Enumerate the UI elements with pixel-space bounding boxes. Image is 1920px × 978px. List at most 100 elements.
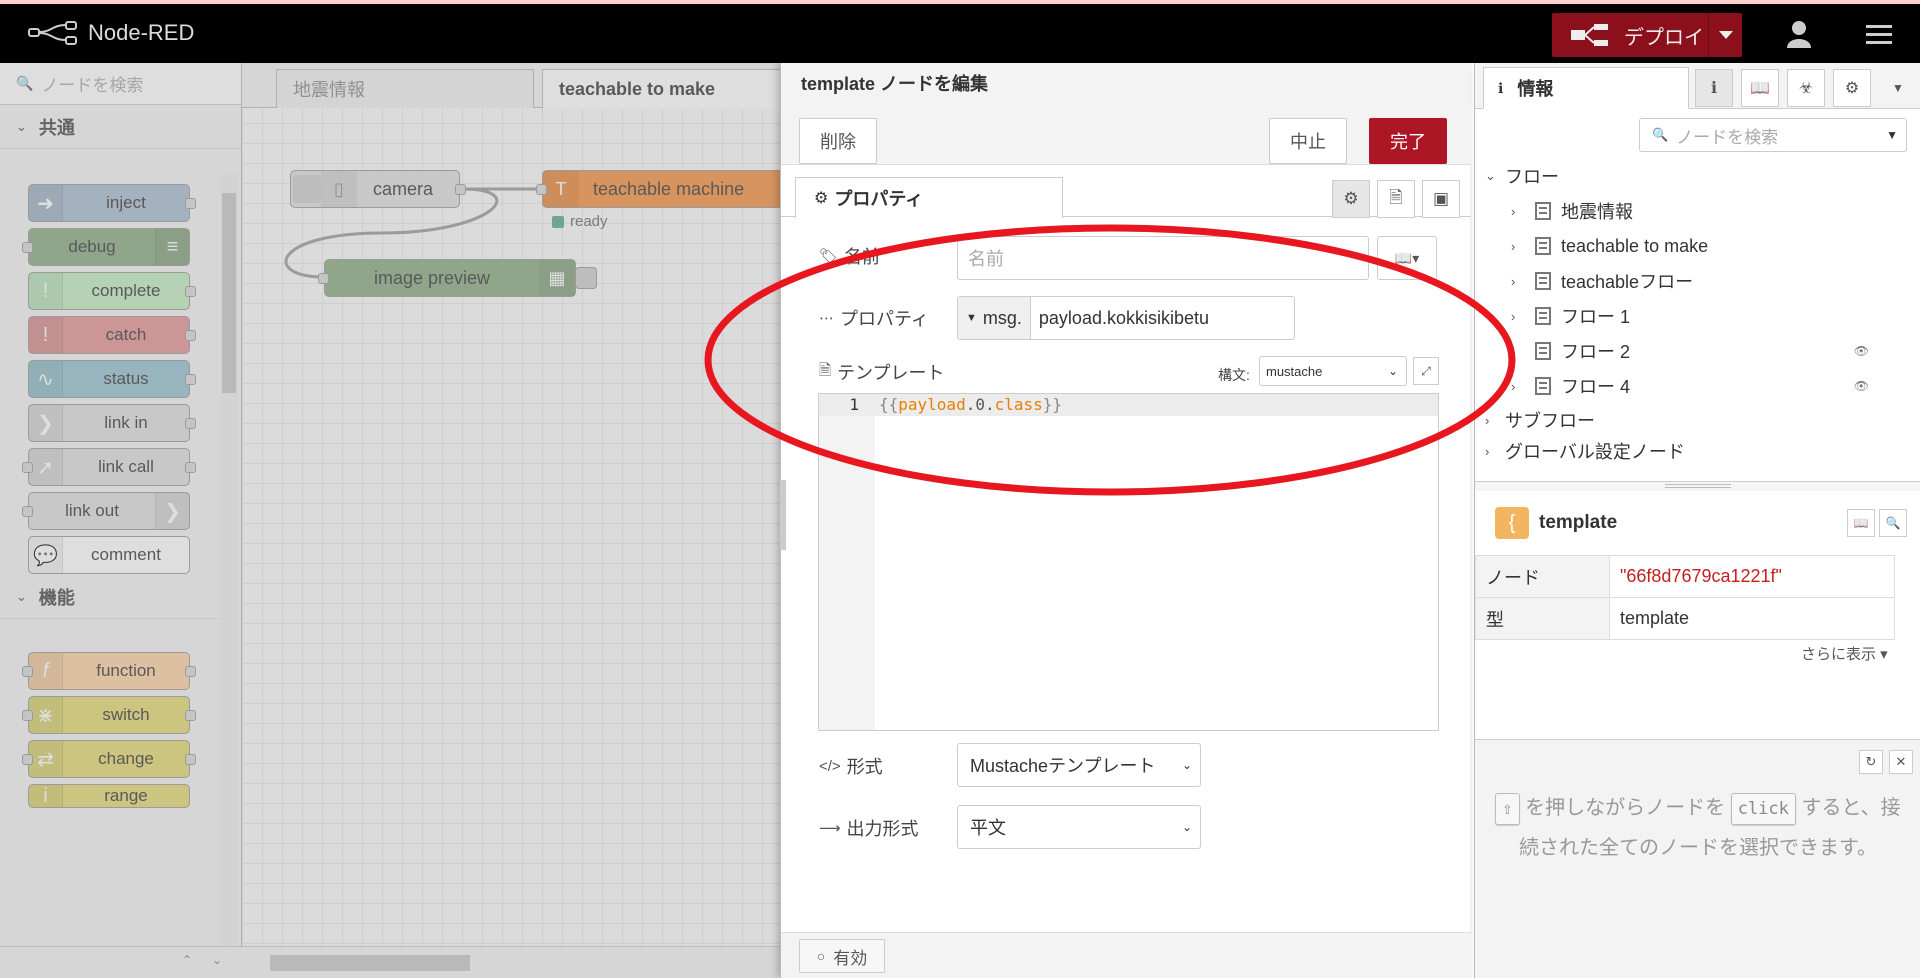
deploy-menu-chevron-icon[interactable] [1708,13,1742,57]
flow-icon [1535,307,1551,325]
enabled-toggle[interactable]: ○ 有効 [799,939,885,973]
tree-flow-item[interactable]: › フロー 2 👁 [1475,334,1905,368]
palette-node-function[interactable]: f function [22,652,196,690]
tree-global-config-header[interactable]: › グローバル設定ノード [1475,434,1905,468]
link-in-icon: ❯ [29,405,63,441]
deploy-button[interactable]: デプロイ [1552,13,1742,57]
refresh-tip-button[interactable]: ↻ [1859,750,1883,774]
palette-node-change[interactable]: ⇄ change [22,740,196,778]
exclamation-icon: ! [29,317,63,353]
node-appearance-button[interactable]: ▣ [1422,180,1460,218]
tray-footer: ○ 有効 [781,932,1471,978]
palette-category-common[interactable]: ⌄ 共通 [0,105,241,149]
cancel-button[interactable]: 中止 [1269,118,1347,164]
syntax-label: 構文: [1218,367,1250,383]
cancel-label: 中止 [1290,132,1326,152]
sidebar-config-button[interactable]: ⚙ [1833,69,1871,107]
sidebar-more-button[interactable]: ▼ [1879,69,1917,107]
sidebar-splitter[interactable] [1475,481,1920,491]
palette-node-link-out[interactable]: link out ❯ [22,492,190,530]
tree-label: グローバル設定ノード [1505,442,1685,462]
node-label: inject [106,193,146,212]
refresh-icon: ↻ [1865,754,1877,769]
caret-down-icon: ▼ [966,312,977,324]
tree-flow-item[interactable]: › フロー 4 👁 [1475,369,1905,403]
output-select[interactable]: 平文 ⌄ [957,805,1201,849]
output-port [185,710,196,721]
flow-node-camera[interactable]: ▯ camera [290,170,466,208]
node-search-button[interactable]: 🔍 [1879,509,1907,537]
tree-flow-item[interactable]: › teachableフロー [1475,264,1905,298]
palette-node-status[interactable]: ∿ status [28,360,196,398]
tray-resize-handle[interactable] [780,480,786,550]
node-palette: 🔍 ノードを検索 ⌄ 共通 ➜ inject debug ≡ ! complet… [0,63,242,978]
output-port [185,374,196,385]
property-type-selector[interactable]: ▼ msg. [958,297,1031,339]
tree-flow-item[interactable]: › 地震情報 [1475,194,1905,228]
info-value[interactable]: "66f8d7679ca1221f" [1609,555,1895,598]
help-tip-panel: ↻ ✕ ⇧ を押しながらノードを click すると、接続された全てのノードを選… [1475,739,1920,978]
tree-subflows-header[interactable]: › サブフロー [1475,403,1905,437]
format-select[interactable]: Mustacheテンプレート ⌄ [957,743,1201,787]
expand-all-icon[interactable]: ⌄ [212,953,222,967]
tree-label: フロー 2 [1561,342,1631,362]
close-tip-button[interactable]: ✕ [1889,750,1913,774]
node-settings-button[interactable]: ⚙ [1332,180,1370,218]
palette-node-debug[interactable]: debug ≡ [22,228,190,266]
palette-node-link-call[interactable]: ➚ link call [22,448,196,486]
node-help-button[interactable]: 📖 [1847,509,1875,537]
palette-node-comment[interactable]: 💬 comment [28,536,190,574]
eye-slash-icon[interactable]: 👁 [1854,344,1869,358]
palette-node-switch[interactable]: ⋇ switch [22,696,196,734]
delete-button[interactable]: 削除 [799,118,877,164]
palette-node-catch[interactable]: ! catch [28,316,196,354]
chevron-down-icon: ⌄ [1181,820,1192,834]
sidebar-info-button[interactable]: ℹ [1695,69,1733,107]
sidebar-debug-button[interactable]: ☣ [1787,69,1825,107]
label-text: 名前 [844,247,881,267]
chevron-down-icon: ⌄ [1387,364,1398,378]
palette-node-range[interactable]: i range [28,784,190,808]
palette-scrollbar[interactable] [220,173,238,978]
tree-label: フロー 4 [1561,377,1631,397]
sidebar-search-input[interactable]: 🔍 ノードを検索 ▼ [1639,118,1907,152]
done-button[interactable]: 完了 [1369,118,1447,164]
template-code-editor[interactable]: 1 {{payload.0.class}} [818,393,1439,731]
palette-search-input[interactable]: 🔍 ノードを検索 [0,63,241,105]
name-library-button[interactable]: 📖▾ [1377,236,1437,280]
tree-flow-item[interactable]: › teachable to make [1475,229,1905,263]
show-more-link[interactable]: さらに表示 ▾ [1801,643,1888,664]
syntax-select[interactable]: mustache ⌄ [1259,356,1407,386]
palette-category-function[interactable]: ⌄ 機能 [0,575,220,619]
user-menu-button[interactable] [1782,18,1816,52]
tree-flows-header[interactable]: ⌄ フロー [1475,159,1905,193]
info-key: ノード [1475,555,1610,598]
output-port [185,666,196,677]
tree-label: teachableフロー [1561,272,1694,292]
collapse-all-icon[interactable]: ⌃ [182,953,192,967]
preview-toggle-button[interactable] [575,267,597,289]
node-description-button[interactable]: 🗎 [1377,180,1415,218]
property-typed-input[interactable]: ▼ msg. payload.kokkisikibetu [957,296,1295,340]
chevron-down-icon: ⌄ [1485,168,1496,183]
expand-editor-button[interactable]: ⤢ [1413,357,1439,385]
main-menu-button[interactable] [1862,18,1896,52]
node-label: switch [102,705,150,724]
palette-node-inject[interactable]: ➜ inject [28,184,196,222]
eye-slash-icon[interactable]: 👁 [1854,379,1869,393]
tab-properties[interactable]: ⚙ プロパティ [795,177,1063,219]
flow-node-image-preview[interactable]: image preview ▦ [318,259,597,297]
palette-node-link-in[interactable]: ❯ link in [28,404,196,442]
workspace-horizontal-scrollbar[interactable] [242,946,782,978]
tree-flow-item[interactable]: › フロー 1 [1475,299,1905,333]
palette-node-complete[interactable]: ! complete [28,272,196,310]
chevron-right-icon: › [1511,343,1516,359]
flow-node-teachable-machine[interactable]: T teachable machine [536,170,792,208]
sidebar-help-button[interactable]: 📖 [1741,69,1779,107]
sidebar-tab-info[interactable]: ℹ 情報 [1483,67,1689,109]
node-red-logo-icon [28,21,77,45]
label-text: プロパティ [840,309,929,329]
name-input[interactable]: 名前 [957,236,1369,280]
input-port [22,710,33,721]
flow-workspace[interactable]: 地震情報 teachable to make ▯ camera T teacha… [242,63,792,978]
